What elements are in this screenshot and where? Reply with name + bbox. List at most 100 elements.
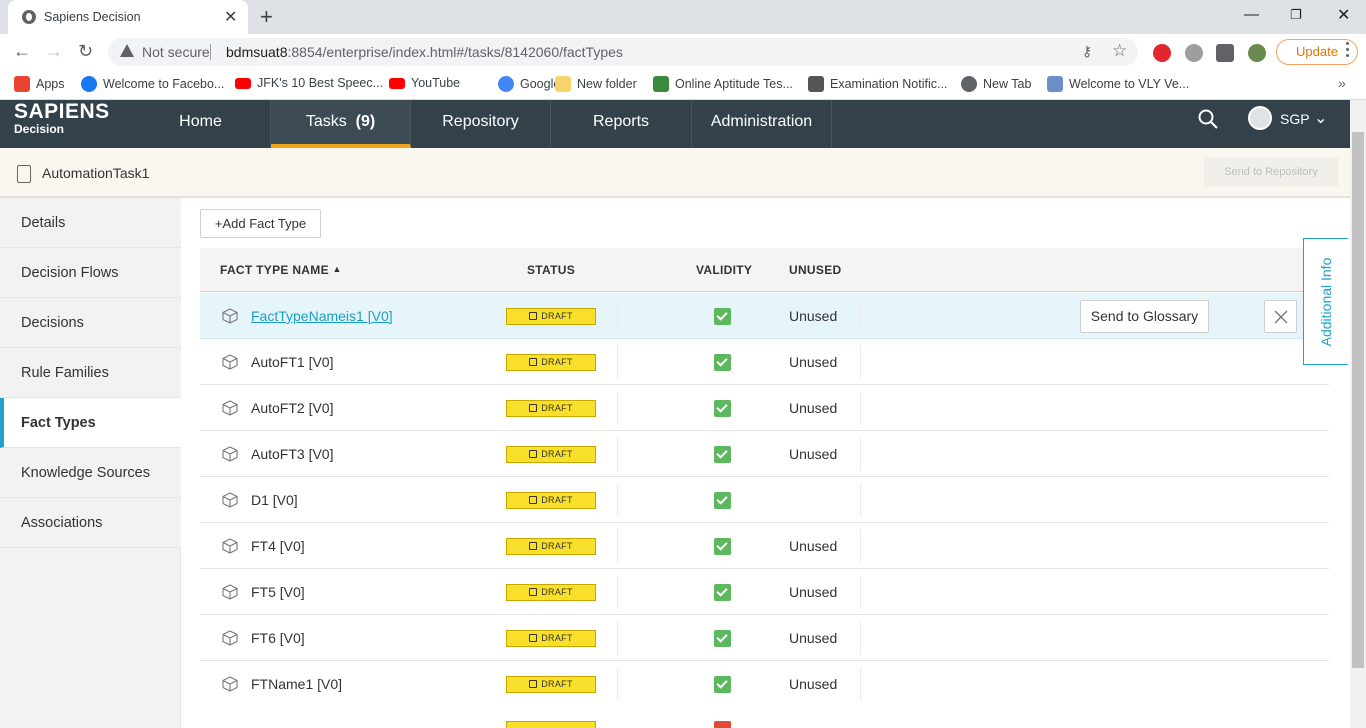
bookmark-item[interactable]: Apps	[14, 76, 65, 92]
search-icon[interactable]	[1198, 109, 1218, 129]
bookmark-item[interactable]: Examination Notific...	[808, 76, 947, 92]
sidebar-item-fact-types[interactable]: Fact Types	[0, 398, 181, 448]
minimize-icon[interactable]: —	[1244, 6, 1259, 23]
valid-check-icon	[714, 400, 731, 417]
omnibox[interactable]: Not secure bdmsuat8:8854/enterprise/inde…	[108, 38, 1138, 66]
additional-info-tab[interactable]: Additional Info	[1303, 238, 1348, 365]
sidebar-item-decisions[interactable]: Decisions	[0, 298, 181, 348]
table-row[interactable]: AutoFT2 [V0] DRAFT Unused	[200, 385, 1329, 431]
column-validity[interactable]: VALIDITY	[696, 263, 752, 277]
region-selector[interactable]: SGP	[1280, 111, 1310, 127]
sidebar-item-associations[interactable]: Associations	[0, 498, 181, 548]
key-icon[interactable]: ⚷	[1082, 43, 1092, 60]
bookmark-label: Welcome to VLY Ve...	[1069, 77, 1190, 91]
scrollbar-thumb[interactable]	[1352, 132, 1364, 668]
back-icon[interactable]: ←	[13, 41, 31, 62]
status-badge: DRAFT	[506, 584, 596, 601]
profile-avatar-icon[interactable]	[1248, 44, 1266, 62]
emblem-icon	[808, 76, 824, 92]
nav-reports[interactable]: Reports	[551, 100, 692, 148]
bookmark-item[interactable]: JFK's 10 Best Speec...	[235, 76, 383, 90]
sidebar-item-decision-flows[interactable]: Decision Flows	[0, 248, 181, 298]
document-icon	[1047, 76, 1063, 92]
cube-icon	[222, 308, 238, 324]
fact-type-name-link[interactable]: FT5 [V0]	[251, 584, 305, 600]
fact-type-name-link[interactable]: FT6 [V0]	[251, 630, 305, 646]
valid-check-icon	[714, 538, 731, 555]
fact-type-name-link[interactable]: AutoFT1 [V0]	[251, 354, 333, 370]
column-unused[interactable]: UNUSED	[789, 263, 841, 277]
film-extension-icon[interactable]	[1185, 44, 1203, 62]
cell-divider	[860, 529, 861, 563]
table-row[interactable]: AutoFT3 [V0] DRAFT Unused	[200, 431, 1329, 477]
status-text: DRAFT	[541, 403, 573, 413]
nav-tasks[interactable]: Tasks (9)	[271, 100, 411, 148]
fact-type-name-link[interactable]: FT4 [V0]	[251, 538, 305, 554]
sidebar-item-rule-families[interactable]: Rule Families	[0, 348, 181, 398]
sidebar-item-details[interactable]: Details	[0, 198, 181, 248]
restore-icon[interactable]: ❐	[1290, 7, 1302, 23]
send-to-repository-button[interactable]: Send to Repository	[1204, 157, 1338, 187]
new-tab-icon[interactable]: +	[260, 4, 273, 30]
status-badge: DRAFT	[506, 308, 596, 325]
send-to-glossary-button[interactable]: Send to Glossary	[1080, 300, 1209, 333]
table-row-partial	[200, 706, 1329, 728]
column-fact-type-name[interactable]: FACT TYPE NAME ▲	[220, 263, 342, 277]
bookmark-label: Examination Notific...	[830, 77, 948, 91]
column-status[interactable]: STATUS	[527, 263, 575, 277]
fact-type-name-link[interactable]: AutoFT2 [V0]	[251, 400, 333, 416]
edit-icon	[529, 358, 538, 366]
puzzle-extensions-icon[interactable]	[1216, 44, 1234, 62]
cube-icon	[222, 584, 238, 600]
nav-administration[interactable]: Administration	[692, 100, 832, 148]
nav-repository[interactable]: Repository	[411, 100, 551, 148]
bookmarks-overflow-icon[interactable]: »	[1338, 75, 1346, 91]
cell-divider	[860, 391, 861, 425]
fact-type-name-link[interactable]: FTName1 [V0]	[251, 676, 342, 692]
opera-extension-icon[interactable]	[1153, 44, 1171, 62]
apps-grid-icon	[14, 76, 30, 92]
fact-type-name-link[interactable]: FactTypeNameis1 [V0]	[251, 308, 393, 324]
url-path: :8854/enterprise/index.html#/tasks/81420…	[287, 44, 623, 60]
bookmark-item[interactable]: Welcome to VLY Ve...	[1047, 76, 1189, 92]
bookmark-item[interactable]: New folder	[555, 76, 637, 92]
sapiens-logo[interactable]: SAPIENS Decision	[14, 100, 110, 136]
status-text: DRAFT	[541, 449, 573, 459]
cell-divider	[617, 667, 618, 701]
forward-icon[interactable]: →	[45, 41, 63, 62]
status-text: DRAFT	[541, 541, 573, 551]
table-row[interactable]: AutoFT1 [V0] DRAFT Unused	[200, 339, 1329, 385]
site-favicon-icon	[22, 10, 36, 24]
logo-line1: SAPIENS	[14, 100, 110, 123]
table-row[interactable]: FT4 [V0] DRAFT Unused	[200, 523, 1329, 569]
bookmark-item[interactable]: Google	[498, 76, 560, 92]
cube-icon	[222, 630, 238, 646]
bookmark-label: Online Aptitude Tes...	[675, 77, 793, 91]
bookmark-item[interactable]: New Tab	[961, 76, 1031, 92]
table-row[interactable]: D1 [V0] DRAFT	[200, 477, 1329, 523]
nav-home[interactable]: Home	[131, 100, 271, 148]
nav-administration-label: Administration	[710, 113, 813, 130]
bookmark-item[interactable]: Online Aptitude Tes...	[653, 76, 793, 92]
chevron-down-icon[interactable]: ⌄	[1314, 108, 1327, 128]
url-text[interactable]: bdmsuat8:8854/enterprise/index.html#/tas…	[226, 44, 623, 60]
edit-icon	[529, 450, 538, 458]
reload-icon[interactable]: ↻	[78, 41, 93, 62]
close-row-actions-button[interactable]	[1264, 300, 1297, 333]
add-fact-type-button[interactable]: +Add Fact Type	[200, 209, 321, 238]
bookmark-item[interactable]: YouTube	[389, 76, 460, 90]
globe-icon[interactable]	[1248, 106, 1272, 130]
browser-tab[interactable]: Sapiens Decision ✕	[8, 0, 248, 34]
sidebar-item-knowledge-sources[interactable]: Knowledge Sources	[0, 448, 181, 498]
fact-type-name-link[interactable]: AutoFT3 [V0]	[251, 446, 333, 462]
browser-menu-icon[interactable]	[1346, 42, 1350, 60]
fact-type-name-link[interactable]: D1 [V0]	[251, 492, 298, 508]
table-row[interactable]: FTName1 [V0] DRAFT Unused	[200, 661, 1329, 707]
cube-icon	[222, 492, 238, 508]
window-close-icon[interactable]: ✕	[1337, 5, 1350, 25]
bookmark-item[interactable]: Welcome to Facebo...	[81, 76, 224, 92]
table-row[interactable]: FT5 [V0] DRAFT Unused	[200, 569, 1329, 615]
table-row[interactable]: FT6 [V0] DRAFT Unused	[200, 615, 1329, 661]
tab-close-icon[interactable]: ✕	[224, 7, 237, 27]
bookmark-star-icon[interactable]: ☆	[1112, 41, 1127, 61]
